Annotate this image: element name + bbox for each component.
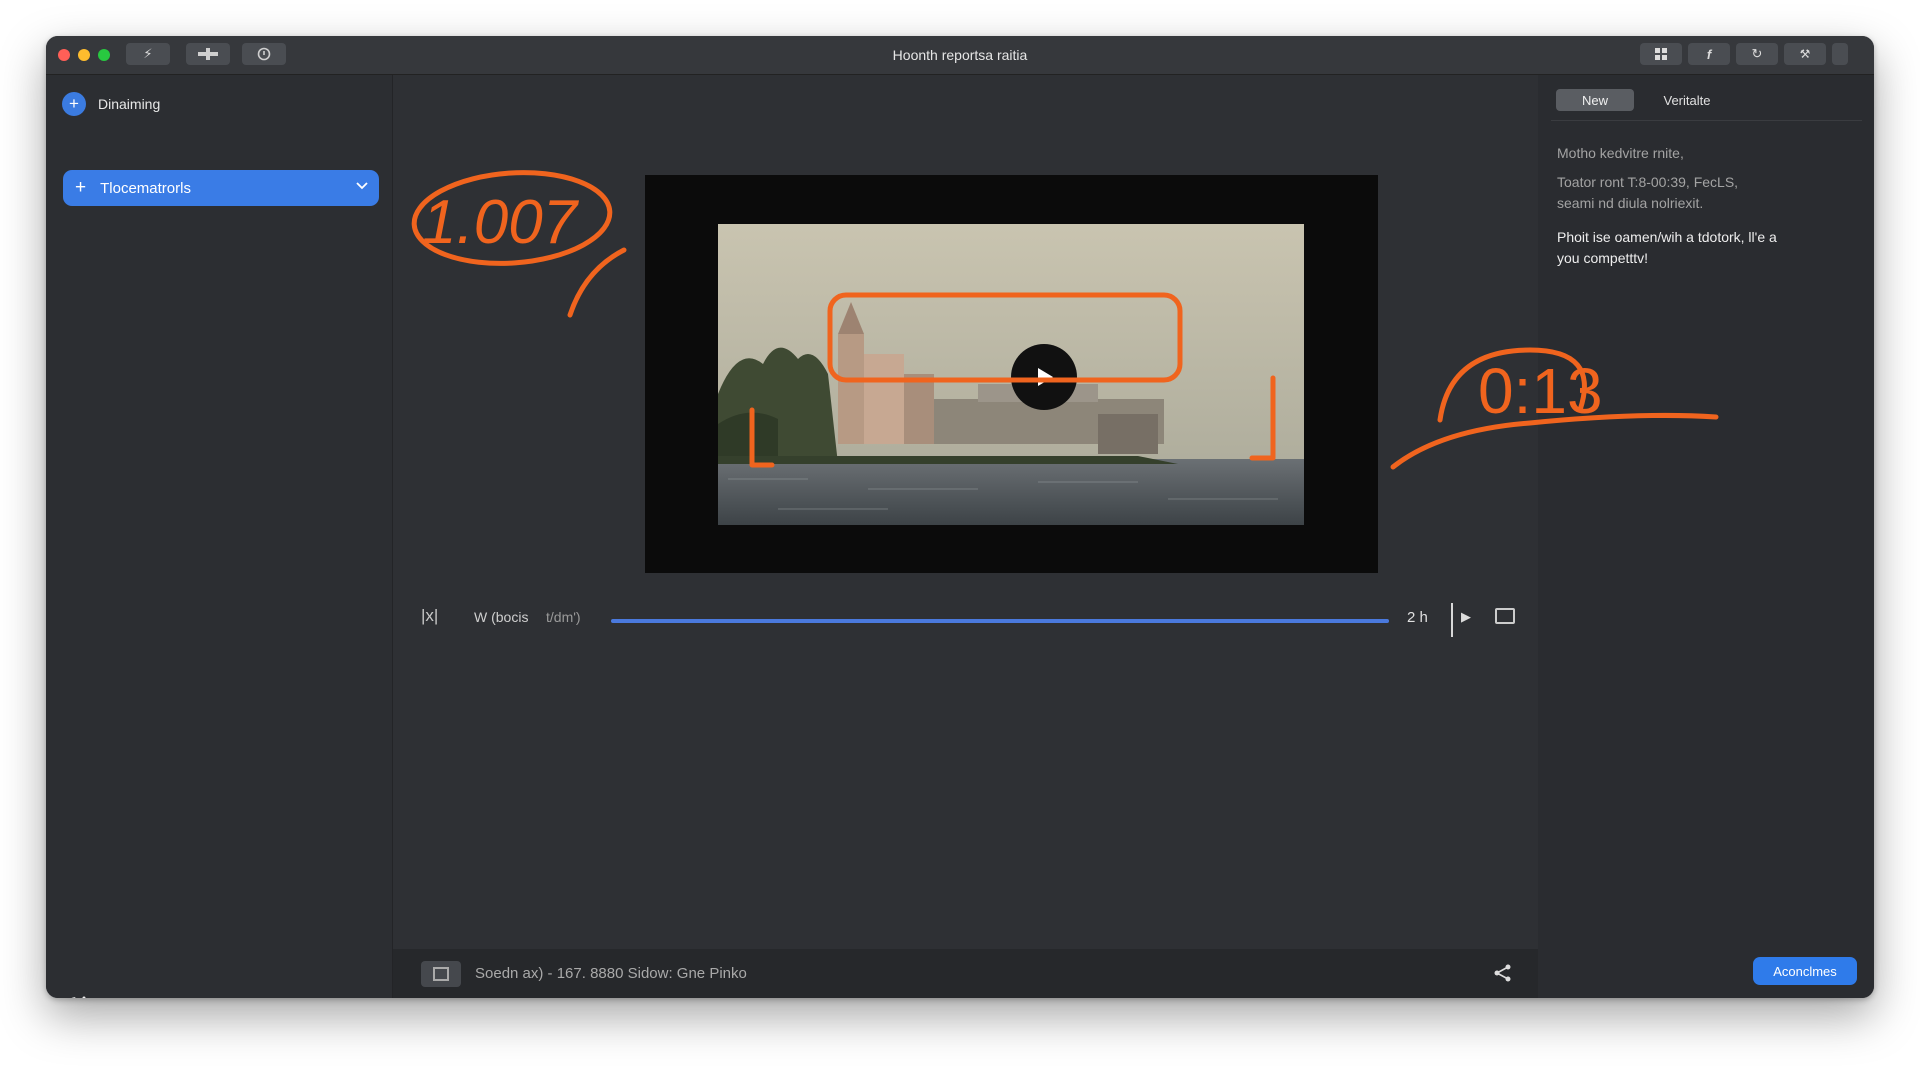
panel-line-1: Motho kedvitre rnite, bbox=[1557, 145, 1684, 161]
right-panel: New Veritalte Motho kedvitre rnite, Toat… bbox=[1539, 75, 1874, 998]
play-icon bbox=[1038, 368, 1053, 386]
clip-sublabel: t/dm') bbox=[546, 609, 581, 625]
share-icon bbox=[1494, 964, 1511, 982]
scrubber-handle[interactable] bbox=[1451, 603, 1453, 637]
tab-veritalte[interactable]: Veritalte bbox=[1652, 89, 1722, 111]
sync-button[interactable]: ↻ bbox=[1736, 43, 1778, 65]
sidebar-header-label: Dinaiming bbox=[98, 96, 161, 112]
sync-icon: ↻ bbox=[1751, 46, 1763, 61]
image-icon bbox=[433, 967, 449, 981]
sidebar: + Dinaiming + Tlocematrorls bbox=[46, 75, 393, 998]
tab-new[interactable]: New bbox=[1556, 89, 1634, 111]
play-button[interactable] bbox=[1011, 344, 1077, 410]
action-button[interactable]: Aconclmes bbox=[1753, 957, 1857, 985]
panel-line-2: Toator ront T:8-00:39, FecLS, bbox=[1557, 174, 1739, 190]
panel-line-3: seami nd diula nolriexit. bbox=[1557, 195, 1704, 211]
wrench-icon: ⚒︎ bbox=[1799, 47, 1811, 61]
window-title: Hoonth reportsa raitia bbox=[892, 47, 1028, 63]
grid-icon bbox=[1655, 48, 1667, 60]
clip-label: W (bocis bbox=[474, 609, 529, 625]
image-button[interactable] bbox=[421, 961, 461, 987]
more-button[interactable] bbox=[1832, 43, 1848, 65]
step-play-button[interactable]: ▶︎ bbox=[1461, 609, 1471, 625]
sidebar-header-item[interactable]: + Dinaiming bbox=[62, 89, 160, 119]
time-label: 2 h bbox=[1407, 609, 1428, 626]
title-bar: ⚡︎ Hoonth reportsa raitia f ↻ ⚒︎ bbox=[46, 36, 1874, 75]
function-icon: f bbox=[1706, 46, 1712, 62]
sidebar-item-label: Tlocematrorls bbox=[100, 179, 191, 197]
status-bar: Soedn ax) - 167. 8880 Sidow: Gne Pinko bbox=[393, 949, 1555, 998]
moon-icon bbox=[71, 995, 88, 998]
progress-fill bbox=[611, 619, 1389, 623]
sidebar-item-active[interactable]: + Tlocematrorls bbox=[63, 170, 379, 206]
main-area: |x| W (bocis t/dm') 2 h ▶︎ Soedn ax) - 1… bbox=[393, 75, 1555, 998]
close-clip-button[interactable]: |x| bbox=[421, 606, 438, 626]
video-thumbnail bbox=[718, 224, 1304, 525]
tools-button[interactable]: ⚒︎ bbox=[1784, 43, 1826, 65]
chevron-down-icon bbox=[356, 182, 368, 190]
status-text: Soedn ax) - 167. 8880 Sidow: Gne Pinko bbox=[475, 965, 747, 982]
screen-icon[interactable] bbox=[1495, 608, 1515, 624]
plus-icon: + bbox=[75, 177, 87, 198]
plus-icon: + bbox=[62, 92, 86, 116]
play-small-icon: ▶︎ bbox=[1461, 609, 1471, 624]
progress-bar[interactable] bbox=[611, 619, 1389, 623]
player-controls: |x| W (bocis t/dm') 2 h ▶︎ bbox=[393, 600, 1538, 640]
panel-line-5: you competttv! bbox=[1557, 250, 1649, 266]
video-player[interactable] bbox=[645, 175, 1378, 573]
tab-divider bbox=[1551, 120, 1862, 121]
panel-line-4: Phoit ise oamen/wih a tdotork, ll'e a bbox=[1557, 229, 1777, 245]
theme-toggle-button[interactable] bbox=[63, 992, 91, 998]
share-button[interactable] bbox=[1493, 963, 1513, 988]
app-window: ⚡︎ Hoonth reportsa raitia f ↻ ⚒︎ + Dinai… bbox=[46, 36, 1874, 998]
function-button[interactable]: f bbox=[1688, 43, 1730, 65]
grid-view-button[interactable] bbox=[1640, 43, 1682, 65]
